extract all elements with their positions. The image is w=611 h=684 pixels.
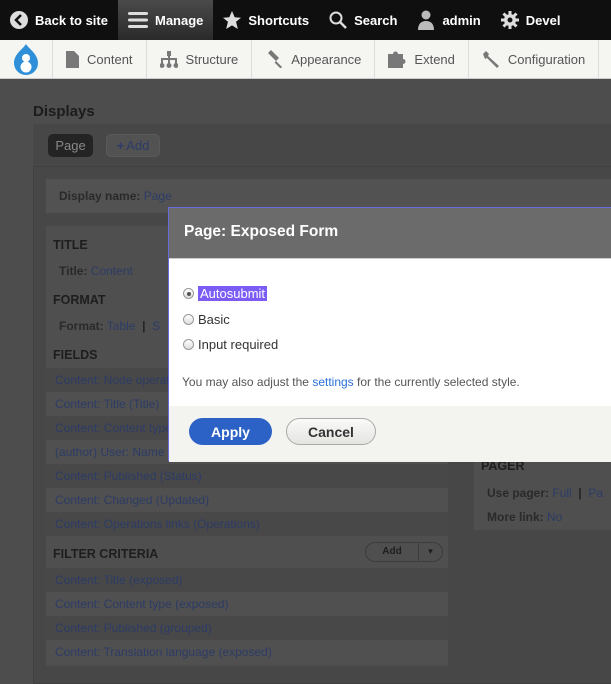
add-filter-button[interactable]: Add	[366, 543, 418, 561]
title-heading: TITLE	[53, 238, 88, 252]
field-row[interactable]: Content: Operations links (Operations)	[46, 512, 448, 536]
radio-button[interactable]	[183, 339, 194, 350]
display-name: Display name: Page	[59, 189, 172, 203]
admin-toolbar: Back to site Manage Shortcuts Search adm…	[0, 0, 611, 40]
manage-tray: Content Structure Appearance Extend Conf…	[0, 40, 611, 79]
title-link[interactable]: Content	[91, 264, 133, 278]
settings-note: You may also adjust the settings for the…	[182, 375, 520, 389]
radio-button[interactable]	[183, 314, 194, 325]
exposed-form-dialog: Page: Exposed Form Autosubmit Basic Inpu…	[168, 207, 611, 462]
dialog-title: Page: Exposed Form	[169, 208, 611, 259]
search-icon	[329, 11, 347, 29]
format-setting: Format: Table | S	[59, 319, 161, 333]
puzzle-icon	[388, 51, 406, 68]
filter-criteria-heading: FILTER CRITERIA	[53, 547, 159, 561]
drupal-drop-icon	[14, 44, 38, 75]
format-link[interactable]: Table	[107, 319, 136, 333]
hamburger-icon	[127, 12, 148, 28]
gear-icon	[500, 11, 519, 29]
tray-appearance[interactable]: Appearance	[252, 40, 376, 78]
chevron-down-icon[interactable]: ▼	[418, 543, 442, 561]
tray-content[interactable]: Content	[53, 40, 147, 78]
cancel-button[interactable]: Cancel	[286, 418, 376, 445]
filter-row[interactable]: Content: Title (exposed)	[46, 568, 448, 592]
devel-tab[interactable]: Devel	[491, 0, 571, 40]
field-row[interactable]: Content: Published (Status)	[46, 464, 448, 488]
radio-input-required[interactable]: Input required	[183, 337, 278, 352]
format-heading: FORMAT	[53, 293, 106, 307]
user-tab[interactable]: admin	[407, 0, 490, 40]
more-link-link[interactable]: No	[547, 510, 562, 524]
tray-configuration[interactable]: Configuration	[469, 40, 600, 78]
tray-extend[interactable]: Extend	[375, 40, 469, 78]
filter-row[interactable]: Content: Translation language (exposed)	[46, 640, 448, 664]
apply-button[interactable]: Apply	[189, 418, 272, 445]
filter-row[interactable]: Content: Content type (exposed)	[46, 592, 448, 616]
dialog-body: Autosubmit Basic Input required You may …	[169, 259, 611, 406]
radio-basic[interactable]: Basic	[183, 312, 230, 327]
radio-autosubmit[interactable]: Autosubmit	[183, 286, 268, 301]
back-to-site-link[interactable]: Back to site	[0, 0, 118, 40]
use-pager-link[interactable]: Full	[552, 486, 571, 500]
file-icon	[66, 50, 79, 68]
displays-heading: Displays	[33, 103, 95, 120]
drupal-logo[interactable]	[0, 40, 53, 78]
use-pager-setting: Use pager: Full | Pa	[487, 486, 604, 500]
fields-heading: FIELDS	[53, 348, 98, 362]
star-icon	[223, 11, 242, 29]
sitemap-icon	[159, 50, 178, 68]
settings-link[interactable]: settings	[312, 375, 353, 389]
search-tab[interactable]: Search	[319, 0, 407, 40]
add-display-button[interactable]: + Add	[106, 134, 160, 157]
wrench-icon	[482, 51, 499, 68]
format-settings-link[interactable]: S	[152, 319, 160, 333]
title-setting: Title: Content	[59, 264, 133, 278]
tray-structure[interactable]: Structure	[147, 40, 253, 78]
manage-tab[interactable]: Manage	[117, 0, 214, 40]
field-row[interactable]: Content: Changed (Updated)	[46, 488, 448, 512]
user-icon	[418, 10, 435, 30]
pager-options-link[interactable]: Pa	[588, 486, 603, 500]
shortcuts-tab[interactable]: Shortcuts	[213, 0, 319, 40]
more-link-setting: More link: No	[487, 510, 563, 524]
filter-row[interactable]: Content: Published (grouped)	[46, 616, 448, 640]
dialog-footer: Apply Cancel	[169, 406, 611, 462]
chevron-left-circle-icon	[10, 11, 28, 29]
radio-button-selected[interactable]	[183, 288, 194, 299]
tab-page[interactable]: Page	[48, 134, 93, 157]
paintbrush-icon	[268, 50, 283, 68]
add-filter-dropbutton: Add ▼	[365, 542, 443, 562]
display-name-link[interactable]: Page	[144, 189, 172, 203]
